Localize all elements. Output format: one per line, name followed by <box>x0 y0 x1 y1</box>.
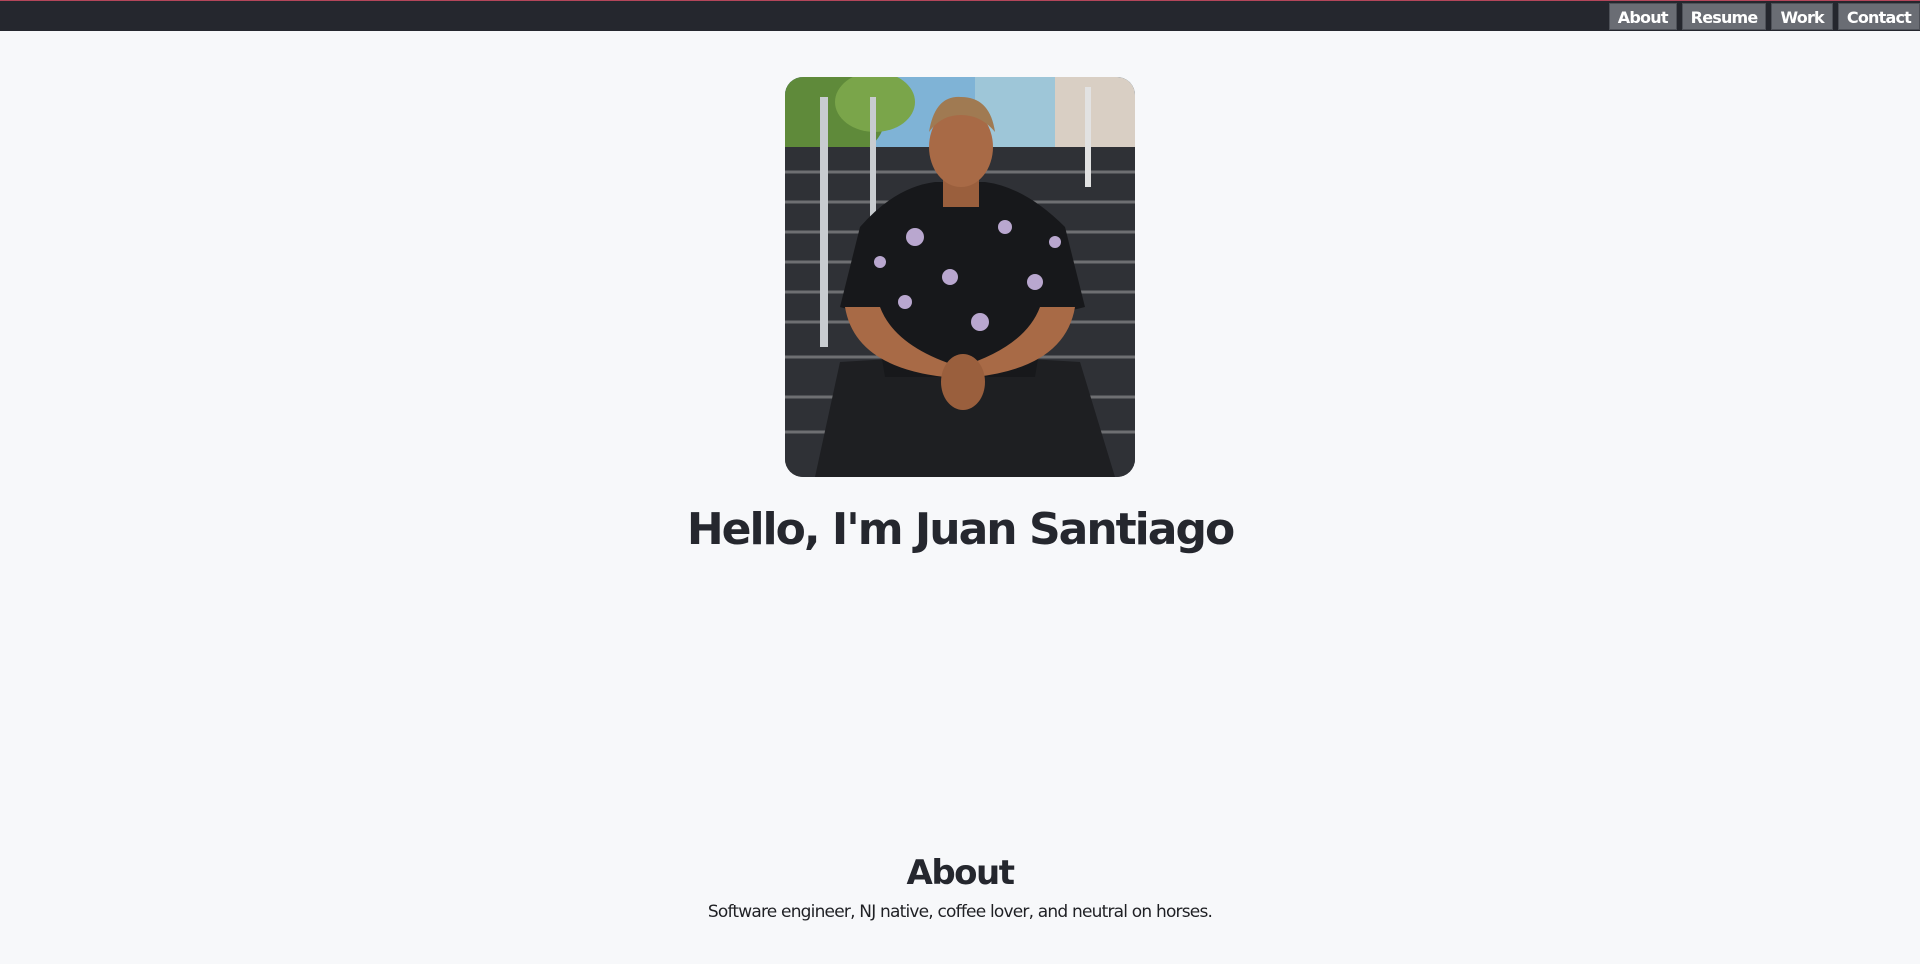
about-section-title: About <box>906 853 1015 893</box>
about-description: Software engineer, NJ native, coffee lov… <box>707 902 1213 922</box>
hero-heading: Hello, I'm Juan Santiago <box>686 504 1235 555</box>
nav-work-link[interactable]: Work <box>1771 3 1833 30</box>
nav-about-link[interactable]: About <box>1608 3 1677 30</box>
main-nav: About Resume Work Contact <box>1608 3 1920 30</box>
nav-contact-link[interactable]: Contact <box>1837 3 1920 30</box>
profile-photo <box>785 77 1135 477</box>
nav-resume-link[interactable]: Resume <box>1681 3 1767 30</box>
top-navigation-bar: About Resume Work Contact <box>0 0 1920 31</box>
